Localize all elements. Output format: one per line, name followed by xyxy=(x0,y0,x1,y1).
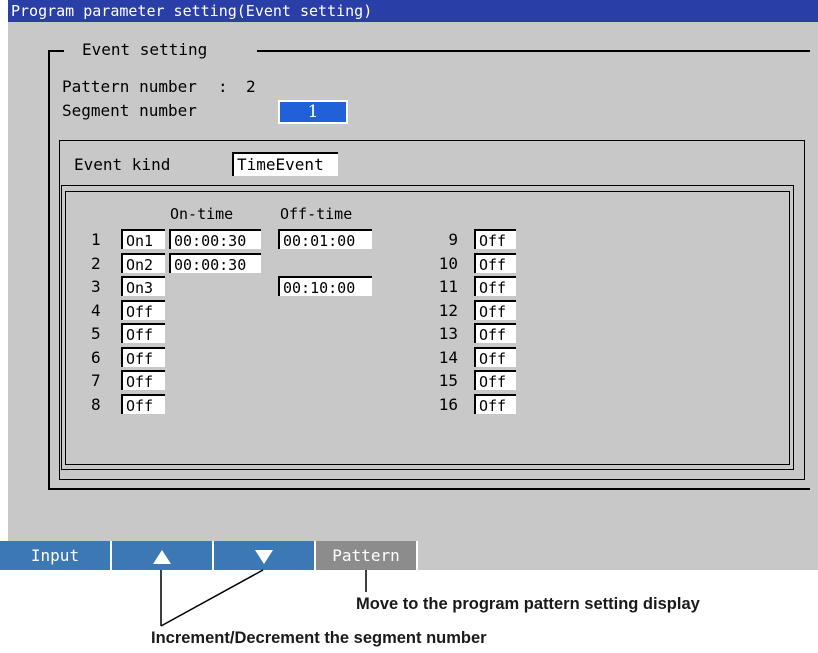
arrow-annotation: Increment/Decrement the segment number xyxy=(151,629,487,647)
annotation-lines xyxy=(160,569,367,627)
pattern-annotation: Move to the program pattern setting disp… xyxy=(356,595,700,613)
